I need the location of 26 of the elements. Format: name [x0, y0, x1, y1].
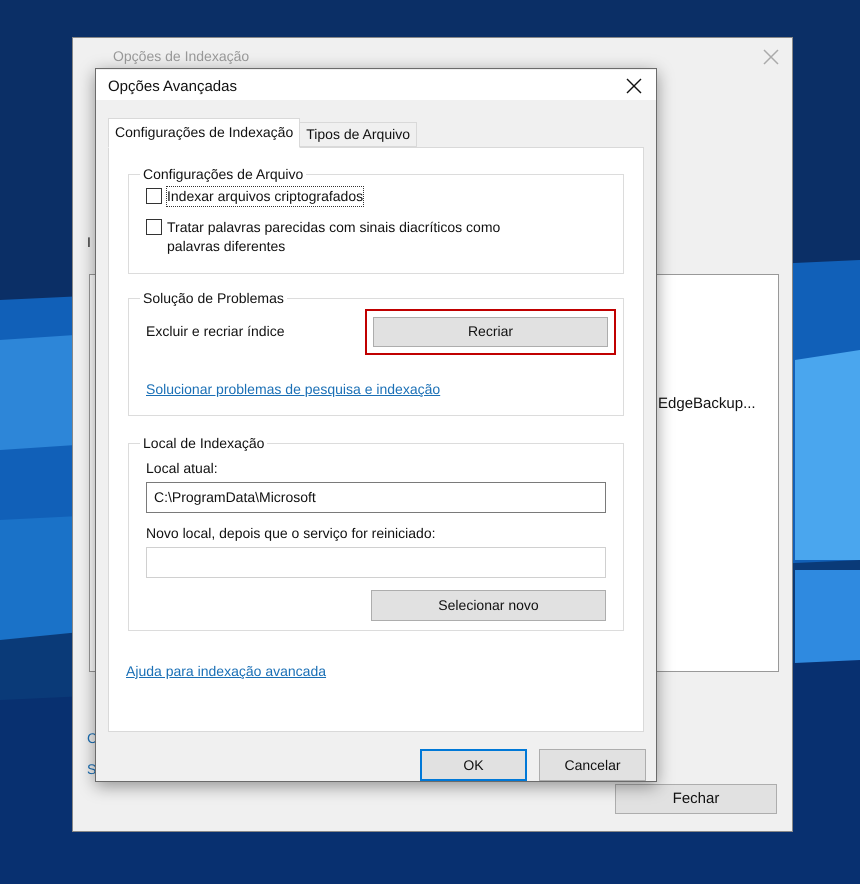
field-label: Local atual: — [146, 458, 219, 478]
label-text: I — [87, 233, 91, 252]
input-field[interactable] — [146, 546, 606, 578]
window-title: Opções de Indexação — [113, 47, 250, 66]
checkbox-label[interactable]: Indexar arquivos criptografados — [167, 186, 364, 206]
checkbox-label[interactable]: Tratar palavras parecidas com sinais diacríticos como palavras diferentes — [167, 218, 547, 256]
label-text: Excluir e recriar índice — [146, 322, 284, 342]
checkbox[interactable] — [146, 188, 162, 204]
group-title: Local de Indexação — [142, 434, 266, 453]
dialog-button[interactable]: OK — [420, 749, 527, 781]
dialog-button[interactable]: Cancelar — [539, 749, 646, 781]
input-field[interactable]: C:\ProgramData\Microsoft — [146, 482, 606, 513]
recreate-button[interactable]: Recriar — [373, 316, 608, 347]
field-label: Novo local, depois que o serviço for reiniciado: — [146, 524, 436, 543]
group-title: Solução de Problemas — [142, 288, 285, 308]
close-button[interactable]: Fechar — [615, 784, 777, 814]
select-new-button[interactable]: Selecionar novo — [371, 590, 606, 621]
group-title: Configurações de Arquivo — [142, 164, 304, 184]
dialog-title: Opções Avançadas — [108, 77, 237, 98]
tab[interactable]: Configurações de Indexação — [108, 118, 300, 148]
close-icon[interactable] — [626, 78, 642, 94]
troubleshoot-link[interactable]: Solucionar problemas de pesquisa e indexação — [146, 378, 606, 400]
list-item: EdgeBackup... — [658, 394, 756, 414]
checkbox[interactable] — [146, 218, 162, 235]
help-link[interactable]: Ajuda para indexação avancada — [126, 660, 624, 682]
tab[interactable]: Tipos de Arquivo — [300, 122, 417, 147]
